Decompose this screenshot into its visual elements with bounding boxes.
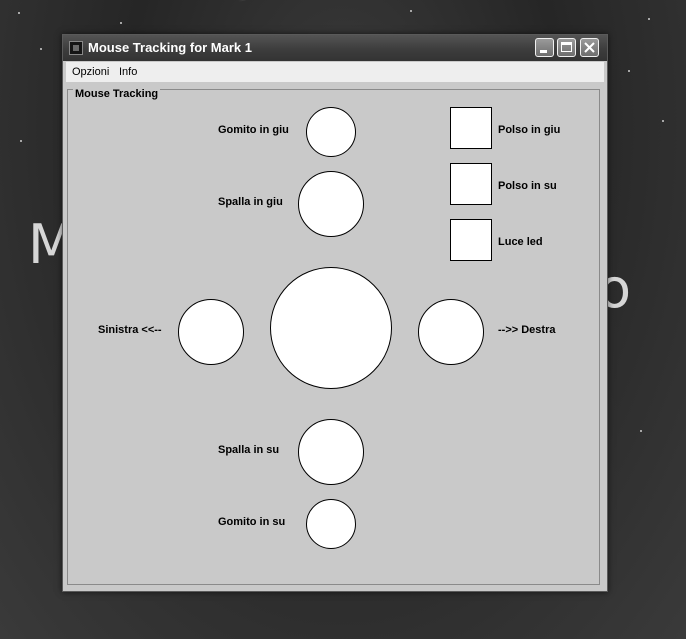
maximize-button[interactable]: [557, 38, 576, 57]
luce-led-toggle[interactable]: [450, 219, 492, 261]
app-icon[interactable]: [69, 41, 83, 55]
luce-led-label: Luce led: [498, 236, 543, 248]
spalla-su-label: Spalla in su: [218, 444, 280, 456]
title-bar[interactable]: Mouse Tracking for Mark 1: [63, 35, 607, 61]
polso-giu-label: Polso in giu: [498, 124, 561, 136]
menu-info[interactable]: Info: [119, 66, 137, 78]
close-button[interactable]: [580, 38, 599, 57]
polso-su-button[interactable]: [450, 163, 492, 205]
group-title: Mouse Tracking: [73, 88, 161, 100]
spalla-su-button[interactable]: [298, 419, 364, 485]
menu-opzioni[interactable]: Opzioni: [72, 66, 109, 78]
gomito-su-button[interactable]: [306, 499, 356, 549]
spalla-giu-label: Spalla in giu: [218, 196, 283, 208]
background-star: [410, 10, 412, 12]
gomito-su-label: Gomito in su: [218, 516, 286, 528]
background-star: [20, 140, 22, 142]
polso-giu-button[interactable]: [450, 107, 492, 149]
polso-su-label: Polso in su: [498, 180, 557, 192]
background-star: [40, 48, 42, 50]
app-window: Mouse Tracking for Mark 1 Opzioni Info M…: [62, 34, 608, 592]
menu-bar: Opzioni Info: [66, 62, 604, 82]
content-panel: Mouse Tracking Gomito in giu Spalla in g…: [66, 83, 604, 588]
close-icon: [584, 42, 595, 53]
sinistra-label: Sinistra <<--: [98, 324, 162, 336]
shooting-star-streak: [237, 0, 316, 2]
sinistra-button[interactable]: [178, 299, 244, 365]
center-tracking-pad[interactable]: [270, 267, 392, 389]
gomito-giu-label: Gomito in giu: [218, 124, 289, 136]
background-star: [640, 430, 642, 432]
background-star: [628, 70, 630, 72]
background-star: [662, 120, 664, 122]
background-star: [120, 22, 122, 24]
window-title: Mouse Tracking for Mark 1: [88, 40, 252, 55]
minimize-button[interactable]: [535, 38, 554, 57]
destra-label: -->> Destra: [498, 324, 556, 336]
background-star: [648, 18, 650, 20]
spalla-giu-button[interactable]: [298, 171, 364, 237]
gomito-giu-button[interactable]: [306, 107, 356, 157]
destra-button[interactable]: [418, 299, 484, 365]
background-star: [18, 12, 20, 14]
